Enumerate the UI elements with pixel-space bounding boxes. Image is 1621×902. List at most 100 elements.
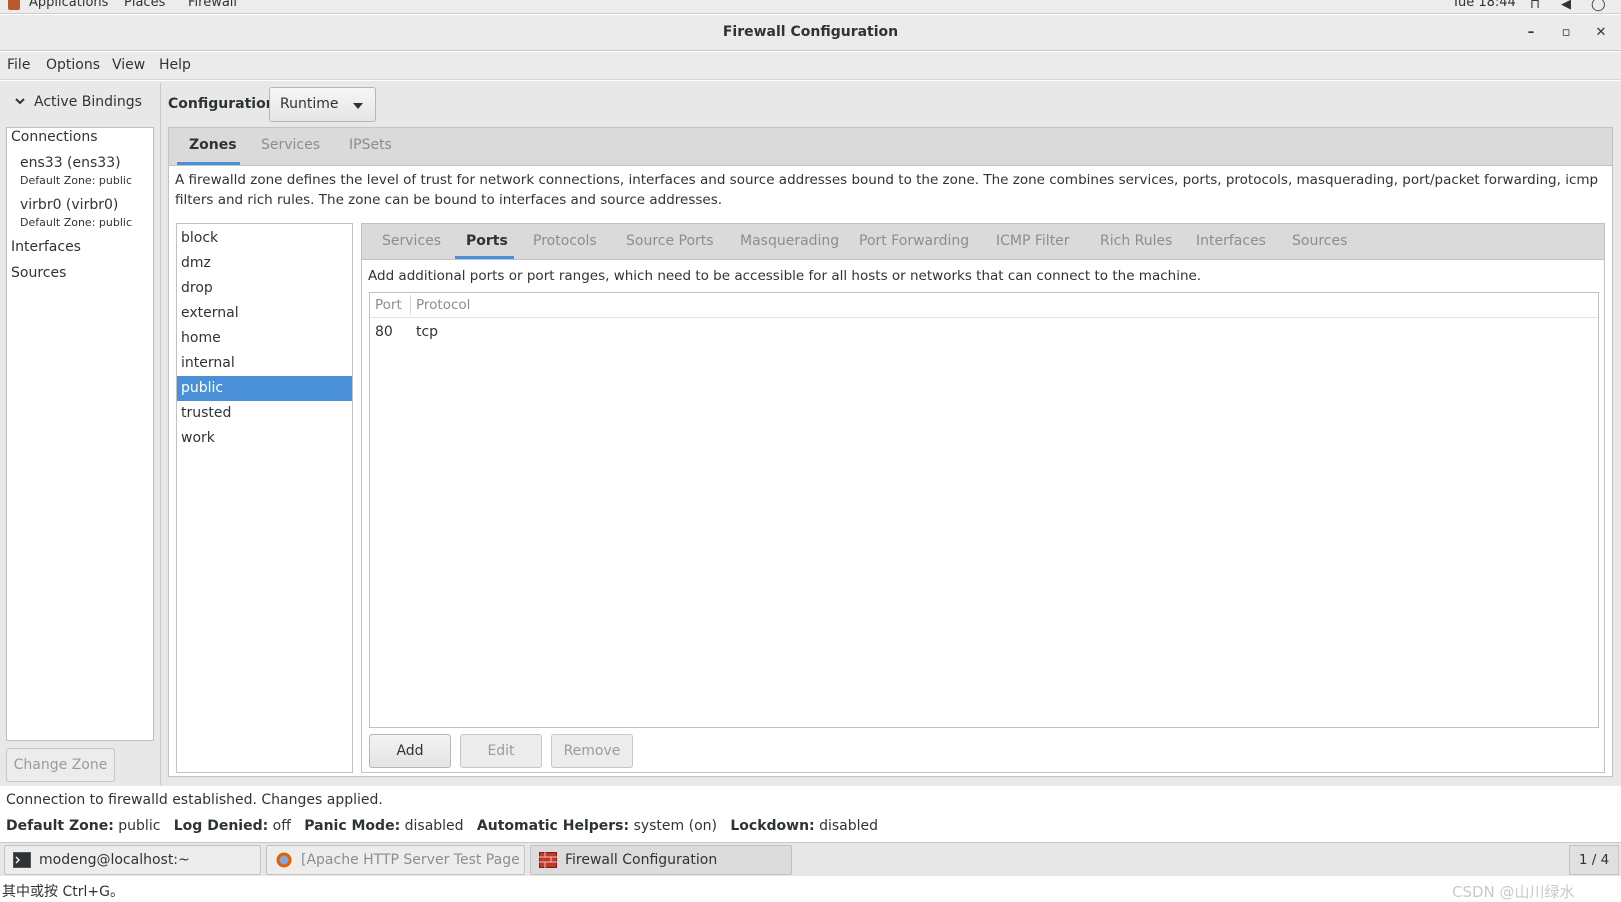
inner-tab-strip: Services Ports Protocols Source Ports Ma… <box>362 224 1604 260</box>
tab-zone-sources[interactable]: Sources <box>1292 233 1347 249</box>
taskbar-item-terminal[interactable]: modeng@localhost:~ <box>4 845 261 875</box>
port-cell: 80 <box>375 324 393 340</box>
tab-ipsets[interactable]: IPSets <box>349 137 392 153</box>
workspace-switcher[interactable]: 1 / 4 <box>1569 845 1619 875</box>
tab-zones[interactable]: Zones <box>189 137 237 153</box>
column-header-protocol[interactable]: Protocol <box>416 297 470 313</box>
zone-item-public[interactable]: public <box>177 376 352 401</box>
lockdown-label: Lockdown: <box>730 818 815 834</box>
add-button[interactable]: Add <box>369 734 451 768</box>
zone-item-work[interactable]: work <box>177 426 352 451</box>
zone-item-home[interactable]: home <box>177 326 352 351</box>
tab-zone-source-ports[interactable]: Source Ports <box>626 233 714 249</box>
panic-mode-value: disabled <box>404 818 464 834</box>
window-title: Firewall Configuration <box>722 24 899 40</box>
pane-separator[interactable] <box>160 83 161 785</box>
network-icon[interactable]: ⊓ <box>1530 0 1540 12</box>
firewall-icon <box>539 852 557 868</box>
power-icon[interactable]: ◯ <box>1591 0 1606 12</box>
default-zone-label: Default Zone: <box>6 818 114 834</box>
zone-item-drop[interactable]: drop <box>177 276 352 301</box>
tab-zone-interfaces[interactable]: Interfaces <box>1196 233 1266 249</box>
ports-table: Port Protocol 80 tcp <box>369 292 1599 728</box>
sources-header[interactable]: Sources <box>11 265 66 281</box>
zone-list: block dmz drop external home internal pu… <box>176 223 353 773</box>
header-divider <box>370 317 1598 318</box>
close-button[interactable]: ✕ <box>1591 23 1611 43</box>
terminal-icon <box>13 852 31 868</box>
zone-item-external[interactable]: external <box>177 301 352 326</box>
window-titlebar[interactable]: Firewall Configuration – ▫ ✕ <box>0 15 1621 51</box>
log-denied-label: Log Denied: <box>173 818 269 834</box>
automatic-helpers-value: system (on) <box>633 818 717 834</box>
zone-item-dmz[interactable]: dmz <box>177 251 352 276</box>
tab-zone-rich-rules[interactable]: Rich Rules <box>1100 233 1172 249</box>
maximize-button[interactable]: ▫ <box>1556 23 1576 43</box>
configuration-select[interactable]: Runtime <box>269 87 376 122</box>
connection-virbr0-zone: Default Zone: public <box>20 216 132 229</box>
active-inner-tab-indicator <box>455 256 514 259</box>
panic-mode-label: Panic Mode: <box>304 818 401 834</box>
gnome-foot-icon <box>8 0 20 10</box>
menu-options[interactable]: Options <box>46 57 100 73</box>
minimize-button[interactable]: – <box>1521 23 1541 43</box>
change-zone-button[interactable]: Change Zone <box>6 748 115 782</box>
firefox-icon <box>276 852 292 868</box>
volume-icon[interactable]: ◀ <box>1561 0 1571 12</box>
applications-menu[interactable]: Applications <box>29 0 108 10</box>
tab-zone-services[interactable]: Services <box>382 233 441 249</box>
automatic-helpers-label: Automatic Helpers: <box>476 818 630 834</box>
taskbar: modeng@localhost:~ [Apache HTTP Server T… <box>0 842 1621 876</box>
zone-item-internal[interactable]: internal <box>177 351 352 376</box>
zone-description: A firewalld zone defines the level of tr… <box>175 172 1599 208</box>
taskbar-label-firewall: Firewall Configuration <box>565 852 718 868</box>
tab-services[interactable]: Services <box>261 137 320 153</box>
edit-button[interactable]: Edit <box>460 734 542 768</box>
log-denied-value: off <box>272 818 291 834</box>
ports-description: Add additional ports or port ranges, whi… <box>368 268 1202 284</box>
taskbar-item-firefox[interactable]: [Apache HTTP Server Test Page po... <box>266 845 525 875</box>
tab-zone-ports[interactable]: Ports <box>466 233 508 249</box>
menu-help[interactable]: Help <box>159 57 191 73</box>
menu-file[interactable]: File <box>7 57 30 73</box>
tab-zone-port-forwarding[interactable]: Port Forwarding <box>859 233 969 249</box>
protocol-cell: tcp <box>416 324 439 340</box>
remove-button[interactable]: Remove <box>551 734 633 768</box>
taskbar-label-terminal: modeng@localhost:~ <box>39 852 190 868</box>
places-menu[interactable]: Places <box>124 0 165 10</box>
interfaces-header[interactable]: Interfaces <box>11 239 81 255</box>
column-divider <box>410 295 411 315</box>
bindings-tree: Connections ens33 (ens33) Default Zone: … <box>6 127 154 741</box>
active-bindings-expander[interactable]: Active Bindings <box>14 94 142 110</box>
bottom-hint-bar: 其中或按 Ctrl+G。 CSDN @山川绿水 <box>0 877 1621 902</box>
dropdown-arrow-icon <box>353 103 363 109</box>
firewall-app-menu[interactable]: Firewall <box>188 0 237 10</box>
hint-text: 其中或按 Ctrl+G。 <box>2 884 124 900</box>
menu-view[interactable]: View <box>112 57 145 73</box>
zone-item-block[interactable]: block <box>177 226 352 251</box>
menubar: File Options View Help <box>0 52 1621 80</box>
tab-zone-masquerading[interactable]: Masquerading <box>740 233 839 249</box>
outer-notebook: Zones Services IPSets A firewalld zone d… <box>168 127 1613 777</box>
configuration-value: Runtime <box>280 96 339 112</box>
outer-tab-strip: Zones Services IPSets <box>169 128 1612 166</box>
connections-header[interactable]: Connections <box>11 129 98 145</box>
firewall-status-line: Default Zone: public Log Denied: off Pan… <box>6 818 878 834</box>
taskbar-item-firewall[interactable]: Firewall Configuration <box>530 845 792 875</box>
top-panel: Applications Places Firewall Tue 18:44 ⊓… <box>0 0 1621 14</box>
configuration-label: Configuration: <box>168 96 282 112</box>
column-header-port[interactable]: Port <box>375 297 402 313</box>
chevron-down-icon <box>15 98 25 105</box>
connection-ens33[interactable]: ens33 (ens33) <box>20 155 121 171</box>
connection-status: Connection to firewalld established. Cha… <box>6 792 383 808</box>
clock[interactable]: Tue 18:44 <box>1452 0 1516 10</box>
active-bindings-label: Active Bindings <box>34 94 142 110</box>
connection-virbr0[interactable]: virbr0 (virbr0) <box>20 197 118 213</box>
zone-item-trusted[interactable]: trusted <box>177 401 352 426</box>
watermark: CSDN @山川绿水 <box>1452 883 1575 901</box>
zone-settings-notebook: Services Ports Protocols Source Ports Ma… <box>361 223 1605 773</box>
taskbar-label-firefox: [Apache HTTP Server Test Page po... <box>301 852 524 868</box>
tab-zone-icmp-filter[interactable]: ICMP Filter <box>996 233 1070 249</box>
tab-zone-protocols[interactable]: Protocols <box>533 233 597 249</box>
default-zone-value: public <box>118 818 161 834</box>
